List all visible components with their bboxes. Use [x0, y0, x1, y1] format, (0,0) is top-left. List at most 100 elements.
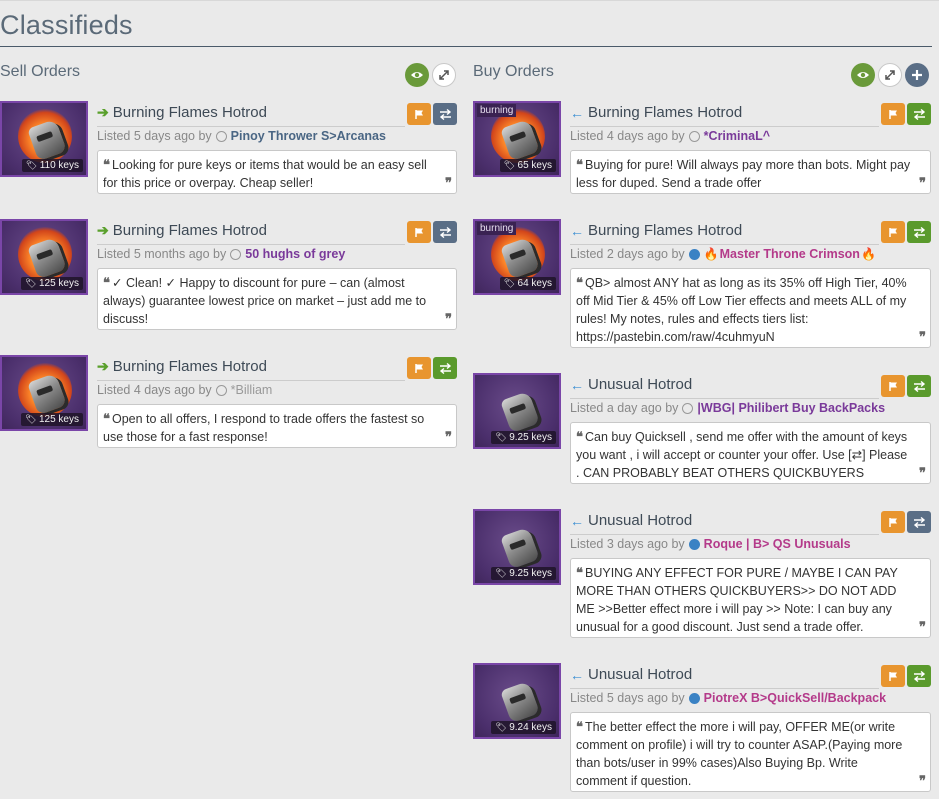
flag-icon — [888, 381, 897, 391]
item-image[interactable]: burning 🏷 65 keys — [473, 101, 561, 177]
flag-icon — [888, 227, 897, 237]
eye-icon — [857, 72, 869, 78]
user-status-offline-icon — [688, 130, 700, 142]
price-badge: 🏷 9.25 keys — [491, 567, 556, 580]
report-flag-button[interactable] — [407, 103, 431, 125]
item-image[interactable]: 🏷 9.25 keys — [473, 373, 561, 449]
effect-label: burning — [477, 104, 517, 117]
price-text: 9.25 keys — [509, 432, 552, 443]
exchange-icon — [913, 226, 925, 238]
listed-time: Listed 2 days ago by — [570, 247, 685, 261]
item-image[interactable]: 🏷 9.24 keys — [473, 663, 561, 739]
buy-listing: 🏷 9.25 keys ← Unusual Hotrod Listed a day a… — [473, 373, 931, 484]
report-flag-button[interactable] — [881, 511, 905, 533]
item-image[interactable]: 🏷 9.25 keys — [473, 509, 561, 585]
expand-icon — [885, 70, 895, 80]
name-divider — [97, 244, 405, 245]
listed-time: Listed a day ago by — [570, 401, 679, 415]
sell-toggle-visibility-button[interactable] — [405, 63, 429, 87]
arrow-left-icon: ← — [570, 104, 584, 121]
item-name[interactable]: ➔ Burning Flames Hotrod — [97, 358, 267, 375]
listed-info: Listed a day ago by |WBG| Philibert Buy B… — [570, 401, 885, 415]
user-link[interactable]: Pinoy Thrower S>Arcanas — [231, 129, 386, 143]
buy-add-order-button[interactable] — [905, 63, 929, 87]
item-name[interactable]: ← Unusual Hotrod — [570, 376, 692, 393]
fire-icon: 🔥 — [860, 247, 876, 261]
price-tag-icon: 🏷 — [495, 568, 510, 578]
listing-comment: ❝ BUYING ANY EFFECT FOR PURE / MAYBE I CA… — [570, 558, 931, 638]
page-title: Classifieds — [0, 10, 133, 40]
flag-icon — [888, 517, 897, 527]
flag-icon — [888, 109, 897, 119]
user-link[interactable]: *CriminaL^ — [704, 129, 770, 143]
listing-comment: ❝ Open to all offers, I respond to trade … — [97, 404, 457, 448]
listing-comment: ❝ ✓ Clean! ✓ Happy to discount for pure –… — [97, 268, 457, 330]
comment-text: ✓ Clean! ✓ Happy to discount for pure – … — [103, 276, 427, 326]
price-tag-icon: 🏷 — [503, 278, 518, 288]
user-status-offline-icon — [215, 384, 227, 396]
arrow-left-icon: ← — [570, 376, 584, 393]
report-flag-button[interactable] — [407, 357, 431, 379]
flag-icon — [888, 671, 897, 681]
listed-time: Listed 4 days ago by — [97, 383, 212, 397]
trade-offer-button[interactable] — [907, 665, 931, 687]
trade-offer-button[interactable] — [907, 103, 931, 125]
item-name-text: Unusual Hotrod — [588, 376, 693, 393]
item-name[interactable]: ← Unusual Hotrod — [570, 666, 692, 683]
quote-open-icon: ❝ — [576, 429, 583, 444]
buy-toggle-visibility-button[interactable] — [851, 63, 875, 87]
listed-time: Listed 5 days ago by — [570, 691, 685, 705]
user-link[interactable]: |WBG| Philibert Buy BackPacks — [697, 401, 885, 415]
item-image[interactable]: 🏷 110 keys — [0, 101, 88, 177]
user-link[interactable]: Master Throne Crimson — [720, 247, 860, 261]
arrow-right-icon: ➔ — [97, 222, 109, 238]
trade-offer-button[interactable] — [907, 375, 931, 397]
user-status-offline-icon — [682, 402, 694, 414]
name-divider — [97, 380, 405, 381]
trade-offer-button[interactable] — [433, 357, 457, 379]
item-name-text: Unusual Hotrod — [588, 666, 693, 683]
eye-icon — [411, 72, 423, 78]
listed-time: Listed 3 days ago by — [570, 537, 685, 551]
report-flag-button[interactable] — [881, 665, 905, 687]
trade-offer-button[interactable] — [433, 221, 457, 243]
item-name[interactable]: ← Unusual Hotrod — [570, 512, 692, 529]
item-name[interactable]: ➔ Burning Flames Hotrod — [97, 104, 267, 121]
item-name[interactable]: ➔ Burning Flames Hotrod — [97, 222, 267, 239]
flag-icon — [414, 227, 423, 237]
quote-open-icon: ❝ — [576, 719, 583, 734]
trade-offer-button[interactable] — [433, 103, 457, 125]
report-flag-button[interactable] — [407, 221, 431, 243]
name-divider — [97, 126, 405, 127]
user-link[interactable]: PiotreX B>QuickSell/Backpack — [704, 691, 886, 705]
listing-comment: ❝ The better effect the more i will pay, … — [570, 712, 931, 792]
item-name-text: Burning Flames Hotrod — [588, 222, 743, 239]
trade-offer-button[interactable] — [907, 511, 931, 533]
item-name-text: Burning Flames Hotrod — [588, 104, 743, 121]
sell-expand-button[interactable] — [432, 63, 456, 87]
buy-expand-button[interactable] — [878, 63, 902, 87]
user-status-online-icon — [688, 248, 700, 260]
report-flag-button[interactable] — [881, 375, 905, 397]
user-link[interactable]: *Billiam — [231, 383, 273, 397]
user-link[interactable]: 50 hughs of grey — [245, 247, 345, 261]
arrow-right-icon: ➔ — [97, 104, 109, 120]
comment-text: Buying for pure! Will always pay more th… — [576, 158, 911, 190]
item-name[interactable]: ← Burning Flames Hotrod — [570, 104, 742, 121]
sell-orders-title: Sell Orders — [0, 63, 81, 80]
report-flag-button[interactable] — [881, 221, 905, 243]
price-tag-icon: 🏷 — [25, 414, 39, 424]
price-badge: 🏷 9.25 keys — [491, 431, 556, 444]
item-name-text: Burning Flames Hotrod — [112, 358, 267, 375]
item-image[interactable]: 🏷 125 keys — [0, 355, 88, 431]
item-image[interactable]: 🏷 125 keys — [0, 219, 88, 295]
listed-info: Listed 3 days ago by Roque | B> QS Unusua… — [570, 537, 851, 551]
item-name[interactable]: ← Burning Flames Hotrod — [570, 222, 742, 239]
user-status-online-icon — [688, 538, 700, 550]
item-image[interactable]: burning 🏷 64 keys — [473, 219, 561, 295]
user-link[interactable]: Roque | B> QS Unusuals — [704, 537, 851, 551]
report-flag-button[interactable] — [881, 103, 905, 125]
listed-info: Listed 4 days ago by *Billiam — [97, 383, 272, 397]
price-badge: 🏷 64 keys — [499, 277, 556, 290]
trade-offer-button[interactable] — [907, 221, 931, 243]
